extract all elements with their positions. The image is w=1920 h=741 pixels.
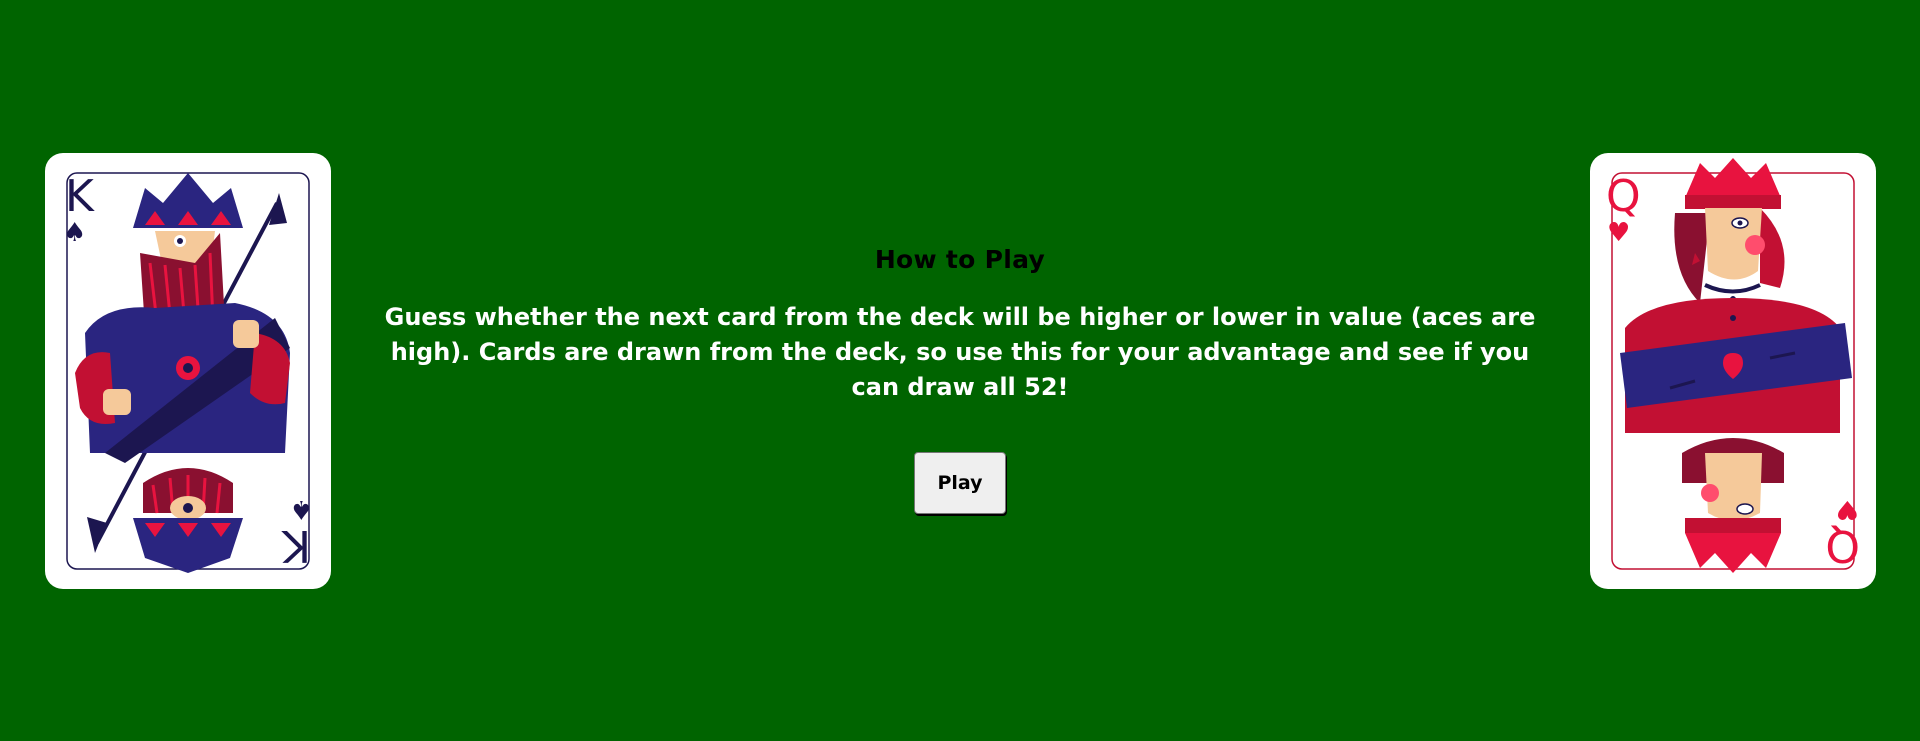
instructions-panel: How to Play Guess whether the next card …	[360, 245, 1560, 514]
card-rank-top: K	[65, 171, 95, 222]
card-rank-top: Q	[1606, 171, 1641, 222]
play-button[interactable]: Play	[914, 452, 1006, 514]
how-to-play-description: Guess whether the next card from the dec…	[384, 303, 1536, 401]
card-rank-bottom: K	[281, 520, 311, 571]
queen-of-hearts-card: Q ♥ Q ♥	[1590, 153, 1876, 589]
game-table: K ♠ K ♠ How to Play Guess whether the ne…	[0, 0, 1920, 741]
card-rank-bottom: Q	[1825, 520, 1860, 571]
how-to-play-title: How to Play	[874, 245, 1046, 274]
queen-card-illustration: Q ♥ Q ♥	[1606, 158, 1860, 573]
heart-icon: ♥	[1836, 494, 1859, 524]
heart-icon: ♥	[1607, 218, 1630, 248]
spade-icon: ♠	[63, 218, 86, 248]
king-card-illustration: K ♠ K ♠	[63, 171, 313, 573]
spade-icon: ♠	[290, 494, 313, 524]
king-of-spades-card: K ♠ K ♠	[45, 153, 331, 589]
